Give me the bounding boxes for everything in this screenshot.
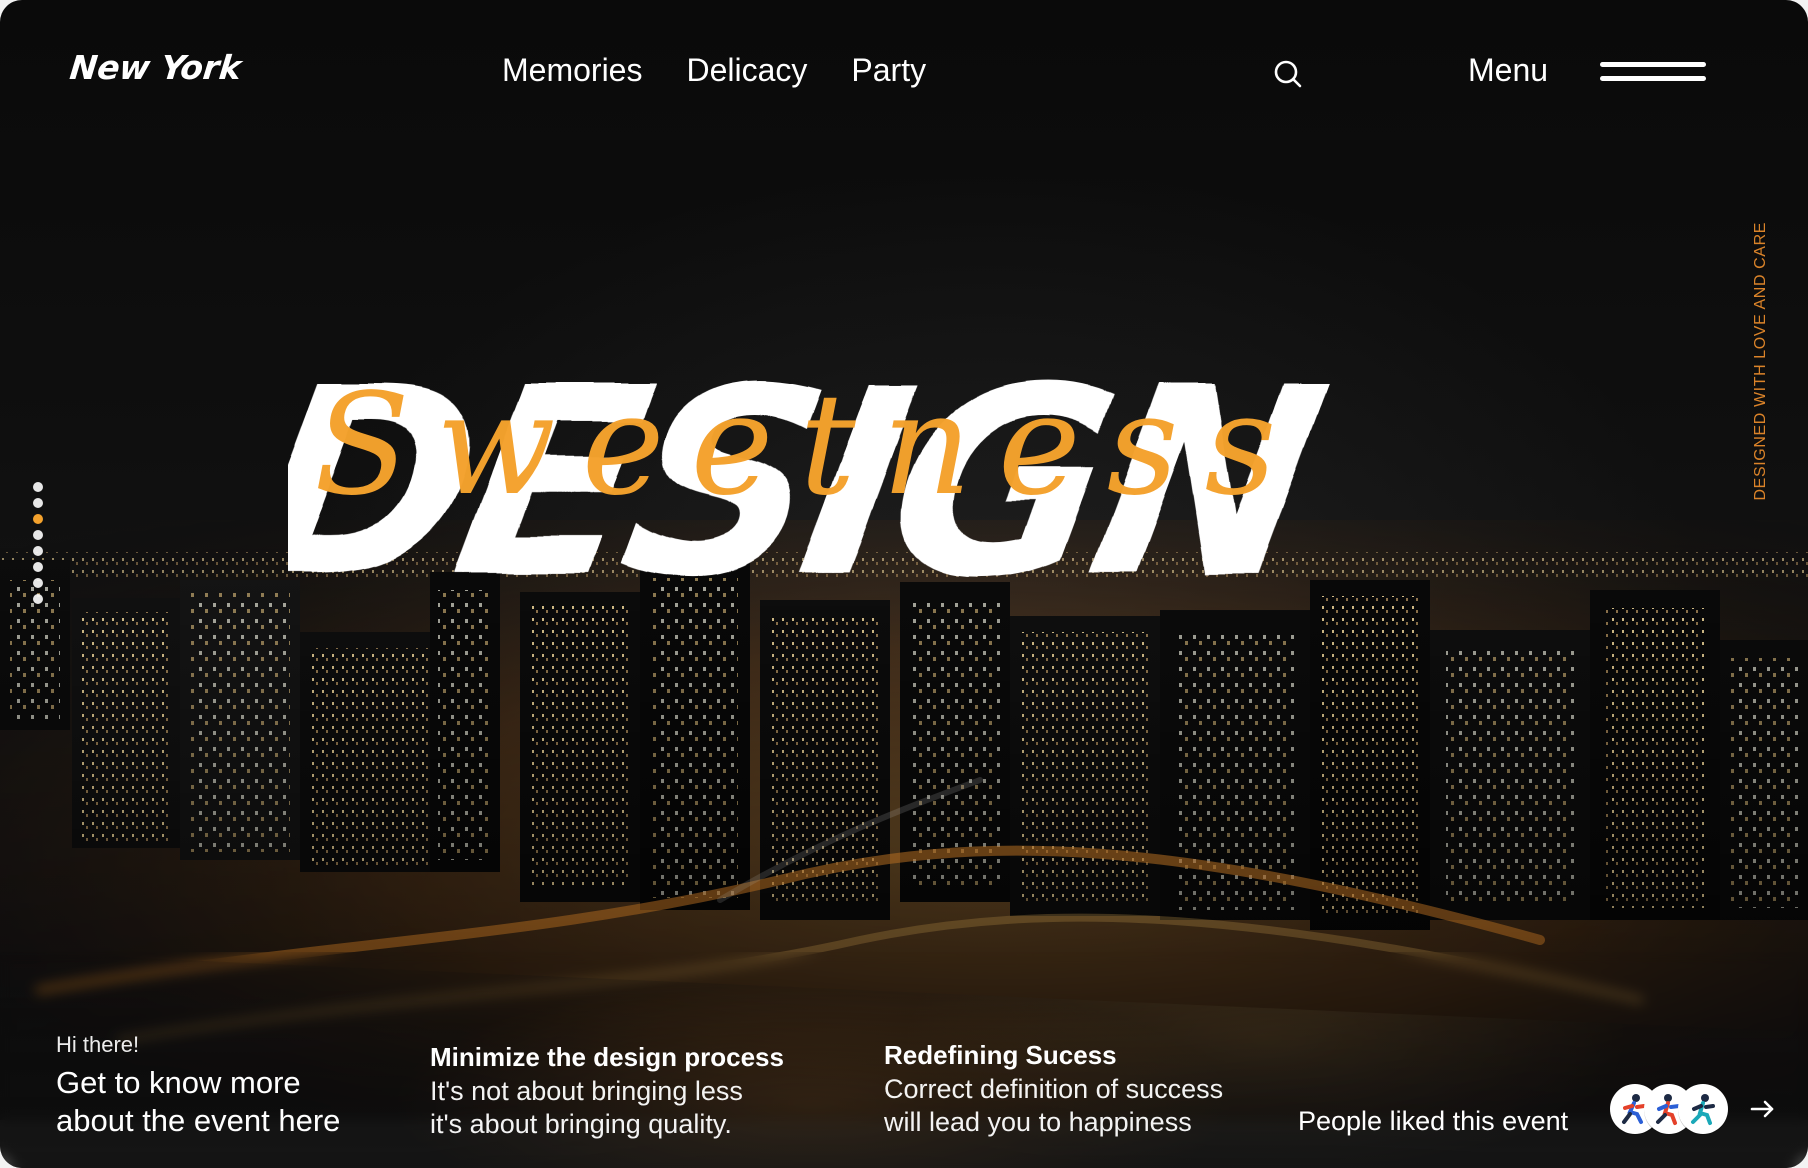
redefining-success: Redefining Sucess Correct definition of … (884, 1040, 1304, 1139)
pagination-dot-active[interactable] (33, 514, 43, 524)
nav-item-delicacy[interactable]: Delicacy (686, 52, 807, 89)
event-intro: Hi there! Get to know more about the eve… (56, 1032, 416, 1140)
minimize-design: Minimize the design process It's not abo… (430, 1042, 860, 1141)
hamburger-icon (1600, 76, 1706, 81)
brand-logo[interactable]: New York (68, 48, 243, 87)
top-nav: Memories Delicacy Party (502, 52, 926, 89)
app-frame: New York Memories Delicacy Party Menu DE… (0, 0, 1808, 1168)
pagination-dot[interactable] (33, 594, 43, 604)
minimize-body: It's not about bringing less it's about … (430, 1076, 743, 1139)
pagination-dot[interactable] (33, 578, 43, 588)
pagination-dot[interactable] (33, 562, 43, 572)
pagination-dot[interactable] (33, 546, 43, 556)
arrow-right-icon (1750, 1100, 1774, 1118)
avatar (1678, 1084, 1728, 1134)
hero-script-text: Sweetness (314, 364, 1302, 527)
redefining-body: Correct definition of success will lead … (884, 1074, 1224, 1137)
pagination-dot[interactable] (33, 530, 43, 540)
search-button[interactable] (1270, 56, 1306, 92)
hero-title: DESIGN Sweetness (288, 332, 1342, 618)
redefining-title: Redefining Sucess (884, 1040, 1117, 1070)
nav-item-party[interactable]: Party (851, 52, 926, 89)
nav-item-memories[interactable]: Memories (502, 52, 642, 89)
people-liked-text: People liked this event (1298, 1106, 1569, 1136)
next-button[interactable] (1748, 1094, 1778, 1124)
person-running-icon (1679, 1085, 1727, 1133)
menu-label[interactable]: Menu (1468, 52, 1548, 89)
vertical-note: DESIGNED WITH LOVE AND CARE (1752, 222, 1769, 501)
search-icon (1274, 60, 1302, 88)
pagination-dots (33, 482, 45, 604)
minimize-title: Minimize the design process (430, 1042, 784, 1072)
intro-line-1: Get to know more (56, 1065, 301, 1100)
pagination-dot[interactable] (33, 482, 43, 492)
hamburger-icon (1600, 62, 1706, 67)
pagination-dot[interactable] (33, 498, 43, 508)
liked-avatars (1610, 1084, 1740, 1136)
menu-button[interactable] (1600, 60, 1706, 88)
intro-greeting: Hi there! (56, 1032, 140, 1057)
intro-line-2: about the event here (56, 1103, 341, 1138)
